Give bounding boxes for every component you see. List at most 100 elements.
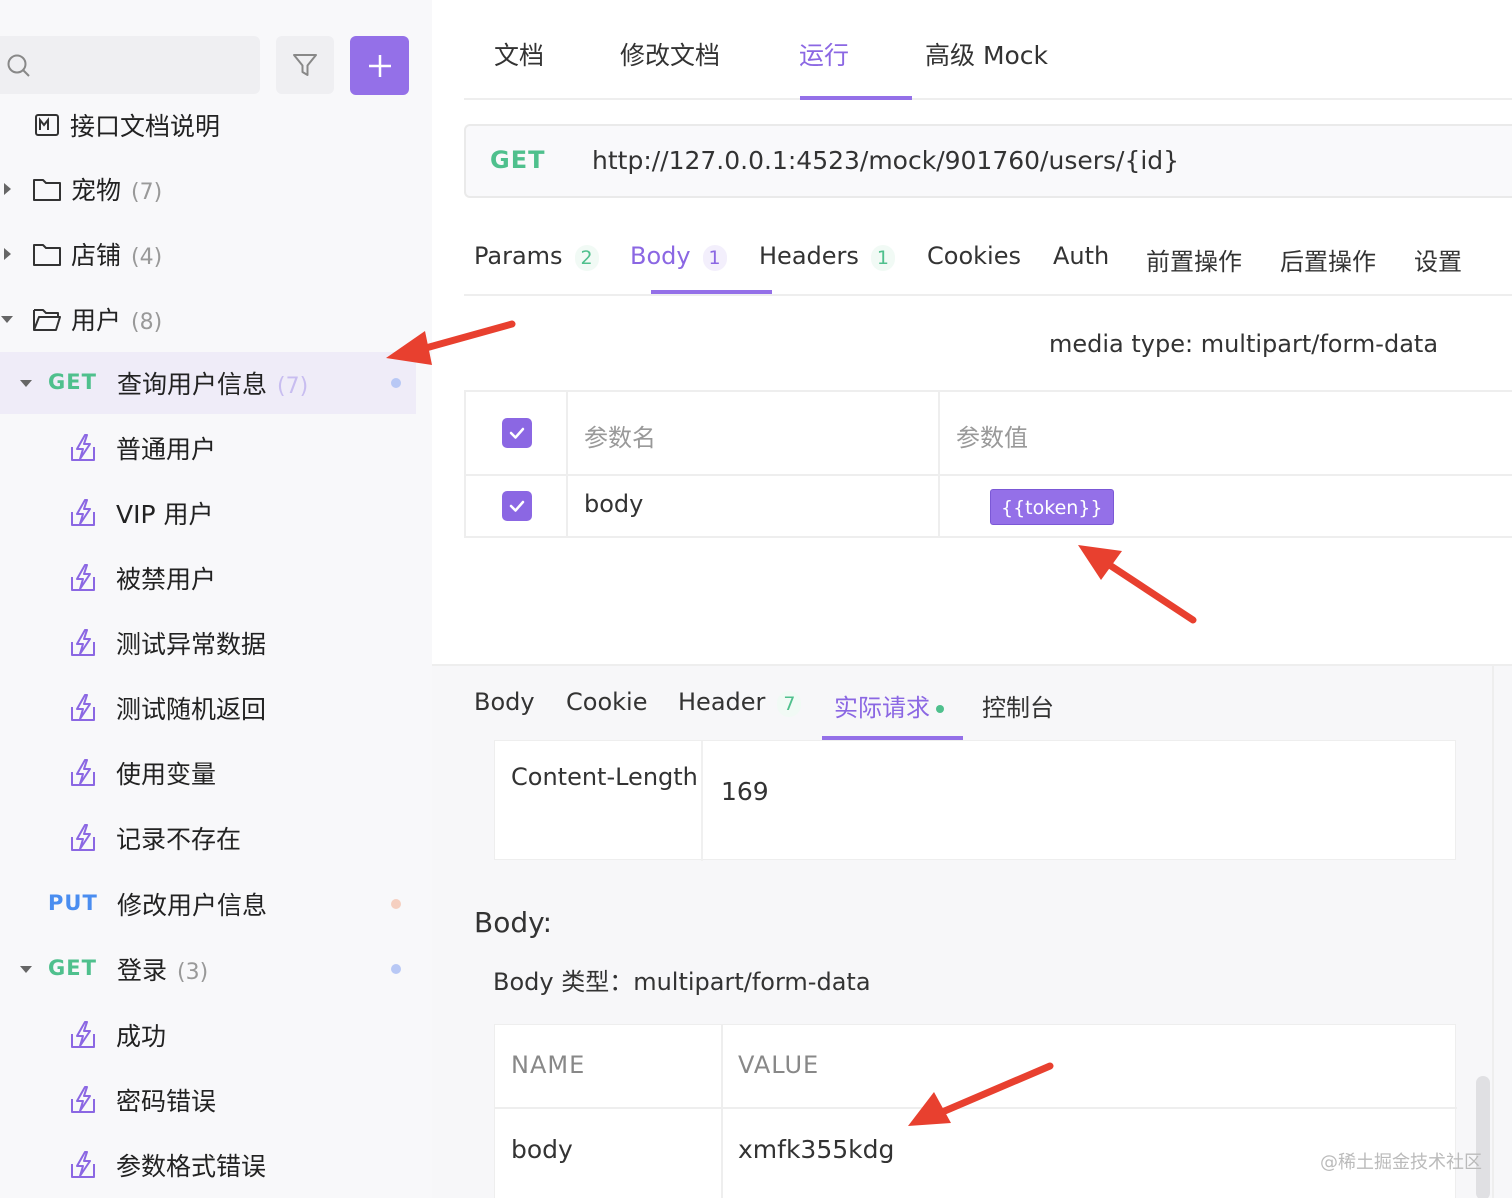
- tree-case-item[interactable]: 参数格式错误: [0, 1134, 416, 1196]
- tab-response-cookie[interactable]: Cookie: [566, 688, 647, 716]
- tree-case-item[interactable]: 密码错误: [0, 1069, 416, 1131]
- tree-item-label: 密码错误: [116, 1087, 217, 1116]
- tree-folder-stores[interactable]: 店铺 (4): [0, 223, 416, 285]
- tree-folder-users[interactable]: 用户 (8): [0, 288, 416, 350]
- tree-item-doc[interactable]: 接口文档说明: [0, 94, 416, 156]
- url-bar[interactable]: GET http://127.0.0.1:4523/mock/901760/us…: [464, 124, 1512, 198]
- tab-post-actions[interactable]: 后置操作: [1280, 242, 1376, 277]
- tab-response-body[interactable]: Body: [474, 688, 535, 716]
- request-tabs: Params 2 Body 1 Headers 1 Cookies Auth 前置操作…: [464, 220, 1512, 296]
- item-count: (3): [177, 960, 209, 985]
- tab-auth[interactable]: Auth: [1053, 242, 1109, 270]
- scrollbar[interactable]: [1476, 1076, 1490, 1198]
- check-icon: [509, 500, 525, 512]
- column-divider: [938, 392, 940, 538]
- tree-item-label: 成功: [116, 1022, 167, 1051]
- test-case-icon: [68, 1085, 98, 1115]
- tree-item-label: 被禁用户: [116, 565, 217, 594]
- tab-label: Header: [678, 688, 766, 716]
- tab-cookies[interactable]: Cookies: [927, 242, 1021, 270]
- body-param-name: body: [511, 1135, 573, 1164]
- tab-docs[interactable]: 文档: [494, 36, 544, 72]
- filter-button[interactable]: [276, 36, 334, 94]
- tab-label: Body: [630, 242, 691, 270]
- filter-icon: [293, 54, 317, 76]
- header-key: Content-Length: [511, 763, 698, 791]
- tree-item-label: 用户: [71, 306, 122, 335]
- tree-api-get-login[interactable]: GET 登录 (3): [0, 938, 416, 1000]
- media-type-label[interactable]: media type: multipart/form-data: [1049, 330, 1438, 358]
- tree-folder-pets[interactable]: 宠物 (7): [0, 158, 416, 220]
- count-badge: 1: [870, 245, 895, 271]
- test-case-icon: [68, 498, 98, 528]
- folder-icon: [32, 241, 62, 267]
- tree-item-label: 测试异常数据: [116, 630, 267, 659]
- param-value-token[interactable]: {{token}}: [990, 489, 1114, 525]
- method-badge: GET: [48, 370, 97, 394]
- table-header-row: 参数名 参数值: [466, 392, 1512, 476]
- tab-console[interactable]: 控制台: [982, 688, 1054, 723]
- item-count: (8): [131, 310, 163, 335]
- column-divider: [701, 741, 703, 861]
- tab-params[interactable]: Params 2: [474, 242, 599, 271]
- row-checkbox[interactable]: [502, 491, 532, 521]
- search-input[interactable]: [0, 36, 260, 94]
- select-all-checkbox[interactable]: [502, 418, 532, 448]
- body-section-title: Body:: [474, 906, 553, 939]
- tree-item-label: 宠物: [71, 176, 122, 205]
- column-header-value: 参数值: [956, 424, 1028, 452]
- param-name[interactable]: body: [584, 490, 643, 518]
- count-badge: 2: [574, 245, 599, 271]
- caret-down-icon: [20, 380, 32, 387]
- count-badge: 7: [777, 691, 802, 717]
- item-count: (4): [131, 245, 163, 270]
- request-headers-table: Content-Length 169: [494, 740, 1456, 861]
- tree-case-item[interactable]: 普通用户: [0, 417, 416, 479]
- method-badge: GET: [48, 956, 97, 980]
- request-body-table: NAME VALUE body xmfk355kdg: [494, 1024, 1457, 1198]
- tree-api-get-user[interactable]: GET 查询用户信息 (7): [0, 352, 416, 414]
- request-method[interactable]: GET: [490, 146, 545, 174]
- tab-pre-actions[interactable]: 前置操作: [1146, 242, 1242, 277]
- tab-edit-docs[interactable]: 修改文档: [620, 36, 720, 72]
- tab-advanced-mock[interactable]: 高级 Mock: [925, 36, 1048, 72]
- body-param-value: xmfk355kdg: [738, 1135, 895, 1164]
- tree-api-put-user[interactable]: PUT 修改用户信息: [0, 873, 416, 935]
- caret-down-icon: [1, 316, 13, 323]
- response-panel: Body Cookie Header 7 实际请求 控制台 Content-Len…: [432, 664, 1512, 1198]
- test-case-icon: [68, 1020, 98, 1050]
- tab-headers[interactable]: Headers 1: [759, 242, 895, 271]
- watermark: @稀土掘金技术社区: [1320, 1152, 1482, 1173]
- tree-case-item[interactable]: 记录不存在: [0, 807, 416, 869]
- test-case-icon: [68, 563, 98, 593]
- tab-actual-request[interactable]: 实际请求: [834, 688, 944, 723]
- check-icon: [509, 427, 525, 439]
- tree-item-label: 记录不存在: [116, 825, 242, 854]
- tree-item-label: VIP 用户: [116, 500, 214, 529]
- tree-case-item[interactable]: 成功: [0, 1004, 416, 1066]
- tree-item-label: 测试随机返回: [116, 695, 267, 724]
- caret-right-icon: [4, 183, 11, 195]
- tab-settings[interactable]: 设置: [1414, 242, 1462, 277]
- folder-icon: [32, 176, 62, 202]
- table-row: body: [466, 476, 1512, 538]
- tree-item-label: 普通用户: [116, 435, 217, 464]
- tab-label: 实际请求: [834, 694, 930, 722]
- tree-case-item[interactable]: 测试随机返回: [0, 677, 416, 739]
- test-case-icon: [68, 693, 98, 723]
- tree-case-item[interactable]: 被禁用户: [0, 547, 416, 609]
- tree-case-item[interactable]: VIP 用户: [0, 482, 416, 544]
- add-button[interactable]: [350, 36, 409, 95]
- tab-run[interactable]: 运行: [799, 36, 849, 72]
- count-badge: 1: [702, 245, 727, 271]
- tab-body[interactable]: Body 1: [630, 242, 727, 271]
- test-case-icon: [68, 628, 98, 658]
- search-icon: [7, 54, 30, 77]
- tree-case-item[interactable]: 测试异常数据: [0, 612, 416, 674]
- column-header-value: VALUE: [738, 1051, 820, 1079]
- method-badge: PUT: [48, 891, 98, 915]
- tab-response-header[interactable]: Header 7: [678, 688, 802, 717]
- url-input[interactable]: http://127.0.0.1:4523/mock/901760/users/…: [592, 146, 1179, 175]
- tree-item-label: 登录: [117, 956, 168, 985]
- tree-case-item[interactable]: 使用变量: [0, 742, 416, 804]
